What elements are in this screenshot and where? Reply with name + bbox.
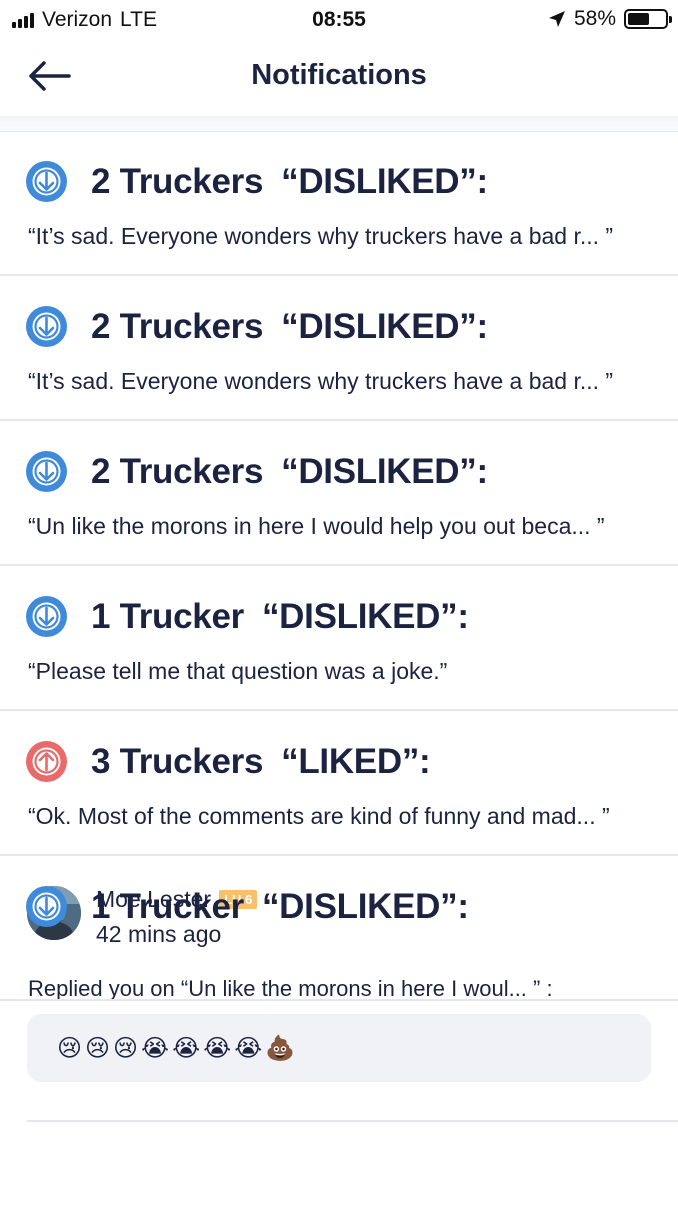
like-icon <box>26 741 67 782</box>
battery-info: 58% <box>548 7 672 31</box>
dislike-icon <box>26 596 67 637</box>
post-excerpt: “Ok. Most of the comments are kind of fu… <box>28 803 610 829</box>
post-excerpt: “It’s sad. Everyone wonders why truckers… <box>28 368 614 394</box>
trucker-count: 2 Truckers <box>91 306 264 346</box>
action-label: “DISLIKED”: <box>281 161 488 201</box>
post-excerpt: “Un like the morons in here I would help… <box>28 513 605 539</box>
dislike-icon <box>26 161 67 202</box>
action-label: “DISLIKED”: <box>261 596 469 636</box>
battery-percent: 58% <box>573 7 616 30</box>
trucker-count: 1 Trucker <box>91 886 244 926</box>
dislike-icon <box>26 451 67 492</box>
trucker-count: 1 Trucker <box>91 596 244 636</box>
notification-item[interactable]: 2 Truckers “DISLIKED”: “It’s sad. Everyon… <box>0 276 678 421</box>
page-title: Notifications <box>251 59 427 91</box>
notification-item[interactable]: 1 Trucker “DISLIKED”: <box>0 856 678 1001</box>
nav-bar: Notifications <box>0 40 678 116</box>
status-bar: Verizon LTE 08:55 58% <box>0 0 678 40</box>
reply-emojis: 😢😢😢😭😭😭😭💩 <box>57 1035 299 1062</box>
dislike-icon <box>26 306 67 347</box>
dislike-icon <box>26 886 67 927</box>
divider <box>27 1120 678 1122</box>
trucker-count: 3 Truckers <box>91 741 264 781</box>
action-label: “DISLIKED”: <box>261 886 469 926</box>
post-excerpt: “Please tell me that question was a joke… <box>28 658 448 684</box>
action-label: “LIKED”: <box>281 741 431 781</box>
location-arrow-icon <box>548 11 565 27</box>
trucker-count: 2 Truckers <box>91 161 264 201</box>
notification-item[interactable]: 3 Truckers “LIKED”: “Ok. Most of the comm… <box>0 711 678 856</box>
notification-item[interactable]: 1 Trucker “DISLIKED”: “Please tell me tha… <box>0 566 678 711</box>
notification-list: 2 Truckers “DISLIKED”: “It’s sad. Everyon… <box>0 131 678 1122</box>
notification-item[interactable]: 2 Truckers “DISLIKED”: “It’s sad. Everyon… <box>0 131 678 276</box>
trucker-count: 2 Truckers <box>91 451 264 491</box>
action-label: “DISLIKED”: <box>281 306 488 346</box>
post-excerpt: “It’s sad. Everyone wonders why truckers… <box>28 223 614 249</box>
notification-item[interactable]: 2 Truckers “DISLIKED”: “Un like the moron… <box>0 421 678 566</box>
reply-message: 😢😢😢😭😭😭😭💩 <box>27 1014 651 1082</box>
action-label: “DISLIKED”: <box>281 451 488 491</box>
header-divider <box>0 116 678 132</box>
battery-icon <box>624 9 672 29</box>
